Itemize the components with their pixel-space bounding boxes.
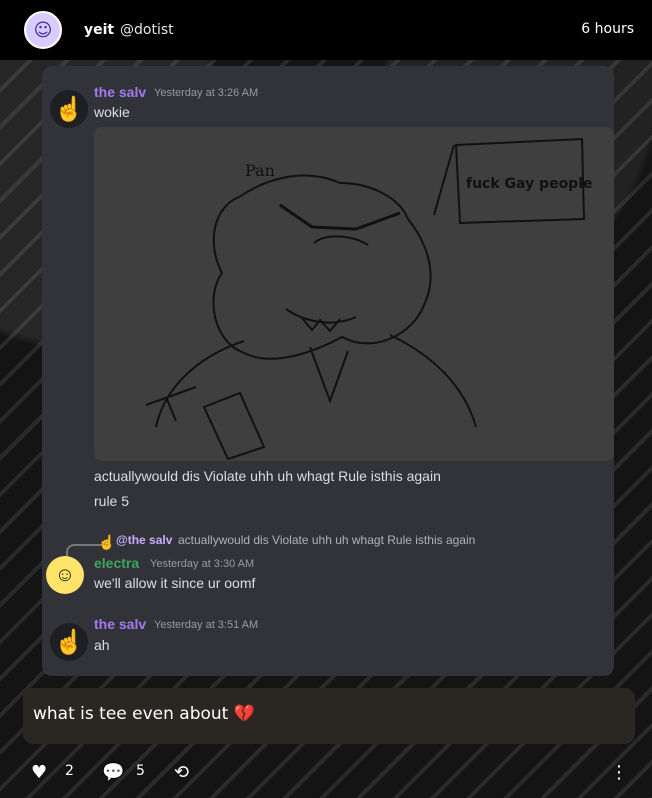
message-user: the salv [94,84,147,100]
author-handle[interactable]: @dotist [120,22,174,38]
post-header: ☺ yeit @dotist 6 hours [0,0,652,60]
comment-count: 5 [136,763,145,779]
message-time: Yesterday at 3:51 AM [154,619,259,631]
reply-text: actuallywould dis Violate uhh uh whagt R… [178,533,476,547]
salv-avatar: ☝ [50,623,88,661]
chat-screenshot: ☝ the salv Yesterday at 3:26 AM wokie Pa… [42,66,614,676]
electra-avatar: ☺ [46,556,84,594]
author-name[interactable]: yeit [84,22,114,38]
message-time: Yesterday at 3:30 AM [150,558,255,570]
message-text: we'll allow it since ur oomf [94,575,256,591]
message-text: actuallywould dis Violate uhh uh whagt R… [94,468,441,484]
broken-heart-icon: 💔 [233,704,255,724]
author-avatar[interactable]: ☺ [24,11,62,49]
salv-avatar: ☝ [50,90,88,128]
sketch-name: Pan [245,161,275,180]
message-time: Yesterday at 3:26 AM [154,87,259,99]
message-user: the salv [94,616,147,632]
reply-avatar-icon: ☝ [98,534,116,550]
caption-text: what is tee even about [33,704,229,724]
sketch-sign: fuck Gay people [466,176,593,192]
message-text: rule 5 [94,493,130,509]
post-actions: ♥ 2 💬 5 ⟲ ⋮ [0,748,652,798]
comment-icon[interactable]: 💬 [102,762,124,783]
heart-icon[interactable]: ♥ [31,762,47,783]
sketch-image: Pan fuck Gay people [94,127,614,461]
like-count: 2 [65,763,74,779]
message-user: electra [94,555,140,571]
message-text: wokie [94,104,130,120]
post-caption: what is tee even about 💔 [23,688,635,744]
more-vertical-icon[interactable]: ⋮ [610,762,628,783]
reblog-icon[interactable]: ⟲ [174,762,189,783]
post-age: 6 hours [581,21,634,37]
reply-mention[interactable]: @the salv [116,533,172,547]
message-text: ah [94,637,110,653]
